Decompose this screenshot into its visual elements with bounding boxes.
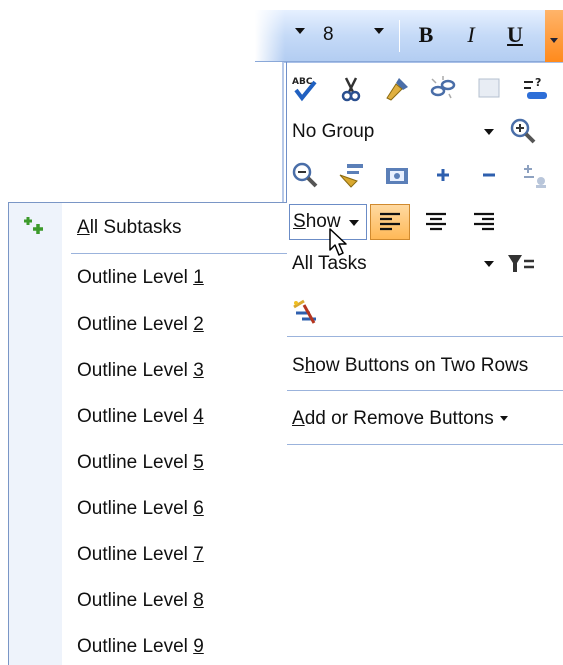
bold-button[interactable]: B — [412, 18, 440, 52]
outline-level-prefix: Outline Level — [77, 498, 194, 519]
submenu-item-outline-level-5[interactable]: Outline Level 5 — [9, 440, 287, 486]
outline-level-key: 3 — [193, 360, 204, 381]
outline-level-key: 9 — [193, 636, 204, 657]
gantt-wizard-icon[interactable] — [290, 297, 320, 327]
format-painter-icon[interactable] — [382, 73, 412, 103]
outline-level-key: 2 — [193, 314, 204, 335]
submenu-separator — [71, 253, 287, 254]
show-all-subtasks-icon — [21, 213, 51, 243]
all-subtasks-mnemonic: A — [77, 217, 90, 238]
show-buttons-two-rows-command[interactable]: Show Buttons on Two Rows — [292, 355, 528, 377]
zoom-out-icon[interactable] — [290, 160, 320, 190]
outline-level-key: 7 — [193, 544, 204, 565]
align-left-icon — [380, 212, 400, 231]
filter-combo-arrow[interactable] — [484, 261, 494, 267]
two-rows-mnemonic: h — [304, 355, 316, 376]
group-combo-value: No Group — [292, 121, 375, 142]
toolbar-separator — [399, 20, 400, 52]
outline-level-key: 6 — [193, 498, 204, 519]
outline-level-prefix: Outline Level — [77, 314, 194, 335]
outline-level-prefix: Outline Level — [77, 636, 194, 657]
show-button-arrow — [349, 220, 359, 226]
submenu-item-outline-level-7[interactable]: Outline Level 7 — [9, 532, 287, 578]
mouse-cursor-icon — [329, 228, 347, 256]
show-submenu: All Subtasks Outline Level 1 Outline Lev… — [8, 202, 287, 665]
italic-button[interactable]: I — [457, 18, 485, 52]
submenu-item-label: Outline Level 9 — [77, 636, 204, 658]
submenu-item-outline-level-1[interactable]: Outline Level 1 — [9, 255, 287, 301]
submenu-item-label: Outline Level 1 — [77, 267, 204, 289]
autofilter-icon[interactable] — [506, 250, 536, 278]
cut-icon[interactable] — [336, 73, 366, 103]
submenu-item-label: Outline Level 3 — [77, 360, 204, 382]
submenu-item-outline-level-8[interactable]: Outline Level 8 — [9, 578, 287, 624]
add-remove-mnemonic: A — [292, 408, 305, 429]
unlink-icon[interactable] — [428, 73, 458, 103]
outline-level-prefix: Outline Level — [77, 452, 194, 473]
align-center-button[interactable] — [416, 204, 456, 240]
toolbar-row-1: ABC ? — [290, 73, 563, 103]
submenu-item-outline-level-2[interactable]: Outline Level 2 — [9, 302, 287, 348]
toolbar-options-chevron[interactable] — [545, 10, 563, 62]
panel-separator-3 — [286, 444, 563, 445]
panel-top-border — [282, 62, 563, 63]
toolbar-row-2 — [290, 160, 563, 190]
submenu-item-outline-level-6[interactable]: Outline Level 6 — [9, 486, 287, 532]
submenu-item-outline-level-9[interactable]: Outline Level 9 — [9, 624, 287, 665]
underline-button[interactable]: U — [501, 18, 529, 52]
zoom-in-icon[interactable] — [508, 116, 538, 146]
map-icon[interactable] — [382, 160, 412, 190]
submenu-item-label: Outline Level 4 — [77, 406, 204, 428]
blank-icon[interactable] — [474, 73, 504, 103]
svg-text:?: ? — [535, 76, 541, 89]
submenu-item-label: Outline Level 6 — [77, 498, 204, 520]
outline-level-prefix: Outline Level — [77, 360, 194, 381]
add-remove-buttons-command[interactable]: Add or Remove Buttons — [292, 408, 508, 430]
outline-level-key: 4 — [193, 406, 204, 427]
group-combo[interactable]: No Group — [292, 118, 536, 146]
font-size-dropdown-arrow[interactable] — [374, 28, 384, 34]
outline-level-prefix: Outline Level — [77, 267, 194, 288]
panel-separator-2 — [286, 390, 563, 391]
outline-level-prefix: Outline Level — [77, 590, 194, 611]
font-size-value[interactable]: 8 — [323, 24, 334, 46]
outline-level-key: 5 — [193, 452, 204, 473]
outline-level-prefix: Outline Level — [77, 544, 194, 565]
submenu-item-label: Outline Level 8 — [77, 590, 204, 612]
task-notes-icon[interactable] — [336, 160, 366, 190]
submenu-item-outline-level-4[interactable]: Outline Level 4 — [9, 394, 287, 440]
two-rows-suffix: ow Buttons on Two Rows — [315, 355, 529, 376]
task-info-icon[interactable]: ? — [520, 73, 550, 103]
align-center-icon — [426, 212, 446, 231]
two-rows-prefix: S — [292, 355, 305, 376]
outline-level-key: 8 — [193, 590, 204, 611]
assign-resources-icon[interactable] — [520, 160, 550, 190]
show-button-mnemonic: S — [293, 211, 306, 232]
submenu-item-label: Outline Level 7 — [77, 544, 204, 566]
all-subtasks-rest: ll Subtasks — [89, 217, 182, 238]
font-name-dropdown-arrow[interactable] — [295, 28, 305, 34]
submenu-item-all-subtasks[interactable]: All Subtasks — [9, 205, 287, 251]
outline-level-prefix: Outline Level — [77, 406, 194, 427]
align-left-button[interactable] — [370, 204, 410, 240]
submenu-item-label: Outline Level 2 — [77, 314, 204, 336]
align-right-button[interactable] — [464, 204, 504, 240]
group-combo-arrow[interactable] — [484, 129, 494, 135]
submenu-item-label: Outline Level 5 — [77, 452, 204, 474]
formatting-toolbar: 8 B I U — [255, 10, 563, 62]
align-right-icon — [474, 212, 494, 231]
show-subtasks-plus-icon[interactable] — [428, 160, 458, 190]
outline-level-key: 1 — [193, 267, 204, 288]
panel-separator — [286, 336, 563, 337]
submenu-item-label: All Subtasks — [77, 217, 182, 239]
add-remove-arrow — [499, 416, 508, 422]
toolbar-fade — [255, 10, 285, 61]
add-remove-suffix: dd or Remove Buttons — [304, 408, 494, 429]
spelling-icon[interactable]: ABC — [290, 73, 320, 103]
submenu-item-outline-level-3[interactable]: Outline Level 3 — [9, 348, 287, 394]
hide-subtasks-minus-icon[interactable] — [474, 160, 504, 190]
